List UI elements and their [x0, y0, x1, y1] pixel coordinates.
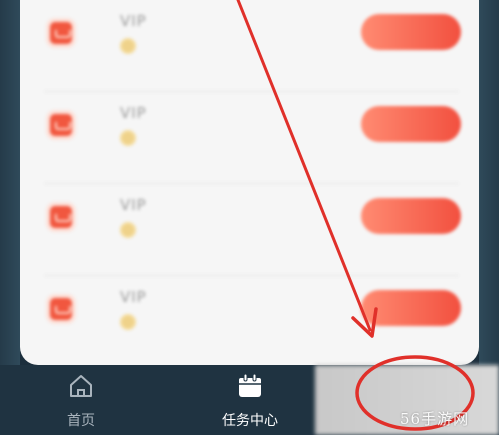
task-action-button[interactable] [361, 198, 461, 234]
watermark: 56手游网 [400, 410, 470, 428]
task-icon [50, 114, 72, 136]
task-reward [120, 314, 144, 330]
task-card: VIP VIP VIP VIP [20, 0, 479, 365]
task-reward [120, 130, 144, 146]
task-icon [50, 206, 72, 228]
coin-icon [120, 314, 136, 330]
tab-task-center-label: 任务中心 [222, 413, 278, 429]
home-icon [70, 375, 92, 397]
task-reward [120, 222, 144, 238]
coin-icon [120, 38, 136, 54]
task-title: VIP [120, 104, 147, 122]
task-item-1: VIP [20, 0, 479, 92]
task-icon [50, 22, 72, 44]
task-title: VIP [120, 12, 147, 30]
coin-icon [120, 222, 136, 238]
tab-task-center[interactable]: 任务中心 [175, 365, 325, 435]
task-reward [120, 38, 144, 54]
tab-home[interactable]: 首页 [6, 365, 156, 435]
tab-home-label: 首页 [67, 413, 95, 429]
task-icon [50, 298, 72, 320]
task-action-button[interactable] [361, 14, 461, 50]
coin-icon [120, 130, 136, 146]
calendar-icon [239, 373, 261, 397]
task-item-3: VIP [20, 184, 479, 276]
phone-bezel-left [0, 0, 20, 370]
task-title: VIP [120, 196, 147, 214]
task-action-button[interactable] [361, 106, 461, 142]
task-item-4: VIP [20, 276, 479, 365]
task-item-2: VIP [20, 92, 479, 184]
task-action-button[interactable] [361, 290, 461, 326]
task-title: VIP [120, 288, 147, 306]
phone-bezel-right [479, 0, 499, 370]
